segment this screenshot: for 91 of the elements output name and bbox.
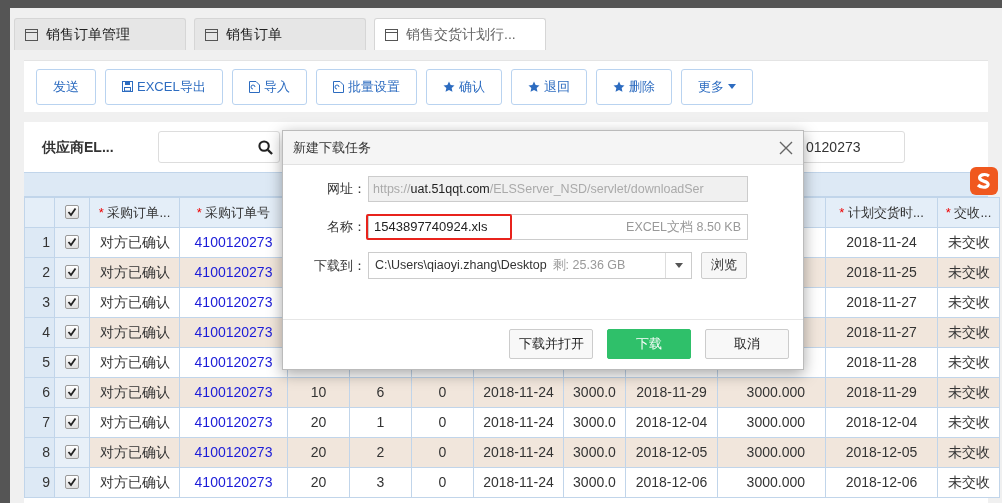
dialog-button[interactable]: 取消 — [705, 328, 789, 359]
table-cell: 20 — [310, 414, 327, 430]
toolbar-button[interactable]: 发送 — [36, 68, 96, 105]
column-header: * 计划交货时... — [839, 204, 924, 220]
table-cell: 3000.0 — [573, 384, 616, 400]
table-cell: 2018-11-27 — [846, 324, 917, 340]
table-cell: 3000.0 — [573, 444, 616, 460]
folder-dropdown[interactable]: C:\Users\qiaoyi.zhang\Desktop 剩: 25.36 GB — [368, 252, 692, 279]
url-field[interactable]: https://uat.51qqt.com/ELSServer_NSD/servlet/downloadSer — [368, 176, 748, 202]
table-cell: 未交收 — [947, 414, 990, 430]
filter-label: 供应商EL... — [42, 137, 115, 157]
row-number: 2 — [42, 264, 50, 280]
table-cell: 未交收 — [947, 354, 990, 370]
table-cell: 对方已确认 — [99, 414, 170, 430]
row-number: 4 — [42, 324, 50, 340]
row-number: 5 — [42, 354, 50, 370]
toolbar-button[interactable]: EXCEL导出 — [105, 68, 223, 105]
table-cell: 未交收 — [947, 324, 990, 340]
toolbar-button[interactable]: 导入 — [231, 68, 307, 105]
table-cell: 20 — [310, 474, 327, 490]
row-number: 8 — [42, 444, 50, 460]
tab[interactable]: 销售订单 — [194, 18, 366, 50]
table-cell: 对方已确认 — [99, 444, 170, 460]
table-cell: 2018-11-24 — [483, 414, 554, 430]
table-cell: 1 — [376, 414, 385, 430]
toolbar-button[interactable]: 退回 — [510, 68, 587, 105]
column-header: * 交收... — [945, 204, 992, 220]
table-cell: 2018-11-24 — [483, 384, 554, 400]
table-cell: 对方已确认 — [99, 354, 170, 370]
table-cell: 2018-11-24 — [483, 444, 554, 460]
toolbar-button[interactable]: 批量设置 — [315, 68, 417, 105]
table-cell: 3000.000 — [746, 384, 805, 400]
table-cell: 3000.0 — [573, 474, 616, 490]
dialog-title: 新建下载任务 — [293, 138, 371, 157]
table-cell: 3000.000 — [746, 414, 805, 430]
table-cell: 6 — [376, 384, 385, 400]
table-cell: 2018-12-06 — [635, 474, 708, 490]
row-number: 3 — [42, 294, 50, 310]
table-cell: 20 — [310, 444, 327, 460]
table-cell: 未交收 — [947, 264, 990, 280]
table-cell: 0 — [438, 384, 447, 400]
table-cell: 3000.0 — [573, 414, 616, 430]
table-cell: 未交收 — [947, 444, 990, 460]
table-cell: 2018-12-05 — [845, 444, 918, 460]
table-cell: 2018-11-25 — [846, 264, 917, 280]
table-cell: 3 — [376, 474, 385, 490]
toolbar-button[interactable]: 更多 — [680, 68, 753, 105]
browse-button[interactable]: 浏览 — [701, 252, 747, 279]
table-cell: 对方已确认 — [99, 234, 170, 250]
table-cell: 未交收 — [947, 294, 990, 310]
file-info: EXCEL文档 8.50 KB — [626, 218, 741, 236]
field-label: 下载到： — [313, 256, 367, 275]
table-cell: 2018-12-05 — [635, 444, 708, 460]
row-number: 6 — [42, 384, 50, 400]
table-cell: 2018-12-06 — [845, 474, 918, 490]
table-cell: 10 — [310, 384, 327, 400]
toolbar-button[interactable]: 删除 — [595, 68, 672, 105]
table-cell: 2018-11-28 — [846, 354, 917, 370]
table-cell: 对方已确认 — [99, 264, 170, 280]
column-header: * 采购订单号 — [196, 204, 271, 220]
tab[interactable]: 销售订单管理 — [14, 18, 186, 50]
table-cell: 2 — [376, 444, 385, 460]
table-cell: 对方已确认 — [99, 294, 170, 310]
table-cell: 2018-11-24 — [483, 474, 554, 490]
table-cell: 2018-11-24 — [846, 234, 917, 250]
table-cell: 未交收 — [947, 474, 990, 490]
table-cell: 对方已确认 — [99, 324, 170, 340]
table-cell: 0 — [438, 474, 447, 490]
dialog-button[interactable]: 下载并打开 — [509, 328, 593, 359]
table-cell: 2018-12-04 — [635, 414, 708, 430]
toolbar-button[interactable]: 确认 — [425, 68, 502, 105]
field-label: 网址： — [326, 180, 367, 199]
file-name-field[interactable]: 1543897740924.xls — [366, 214, 512, 240]
field-label: 名称： — [326, 218, 367, 237]
row-number: 1 — [42, 234, 50, 250]
table-cell: 0 — [438, 444, 447, 460]
table-cell: 2018-11-29 — [636, 384, 707, 400]
table-cell: 2018-12-04 — [845, 414, 918, 430]
table-cell: 0 — [438, 414, 447, 430]
table-cell: 2018-11-29 — [846, 384, 917, 400]
table-cell: 未交收 — [947, 234, 990, 250]
table-cell: 2018-11-27 — [846, 294, 917, 310]
row-number: 9 — [42, 474, 50, 490]
row-number: 7 — [42, 414, 50, 430]
column-header: * 采购订单... — [98, 204, 171, 220]
table-cell: 对方已确认 — [99, 474, 170, 490]
table-cell: 3000.000 — [746, 474, 805, 490]
table-cell: 对方已确认 — [99, 384, 170, 400]
table-cell: 3000.000 — [746, 444, 805, 460]
tab[interactable]: 销售交货计划行... — [374, 18, 546, 50]
table-cell: 未交收 — [947, 384, 990, 400]
